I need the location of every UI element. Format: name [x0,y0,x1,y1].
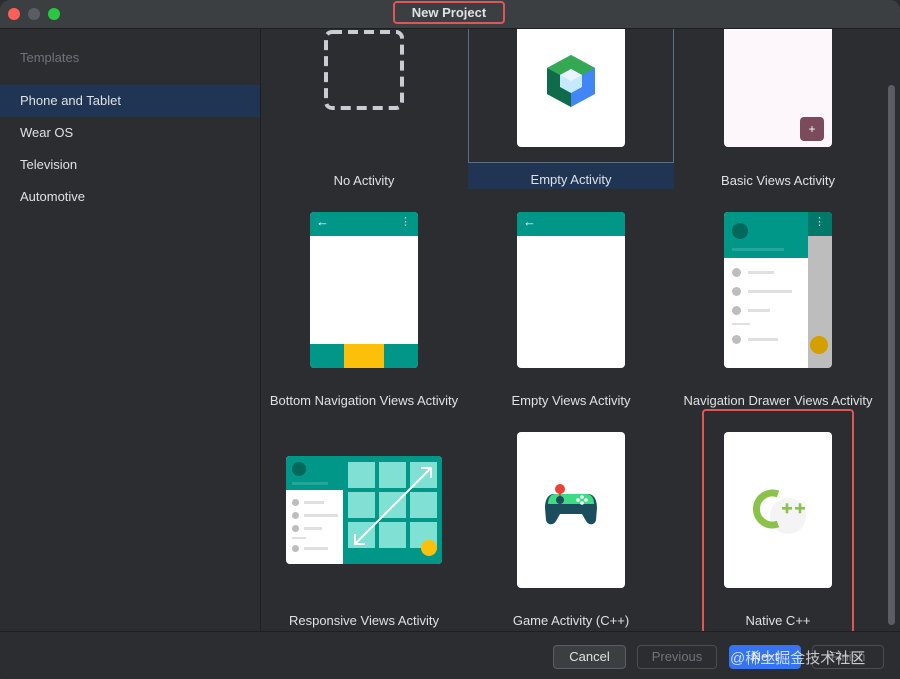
template-preview-card [517,29,625,147]
template-label: No Activity [333,173,395,188]
template-no-activity[interactable]: No Activity [261,29,467,189]
app-bar: ← ⋮ [310,212,418,236]
nav-drawer-icon [724,212,808,368]
sidebar-header: Templates [20,50,80,65]
previous-button[interactable]: Previous [637,645,717,669]
template-label: Native C++ [745,613,811,628]
template-empty-views-activity[interactable]: ← Empty Views Activity [468,209,674,429]
template-category-sidebar: Templates Phone and Tablet Wear OS Telev… [0,29,261,631]
bottom-nav-icon [310,344,418,368]
back-arrow-icon: ← [316,214,329,229]
template-label: Game Activity (C++) [512,613,630,628]
responsive-grid-panel [343,456,442,564]
window-title: New Project [393,1,505,24]
minimize-window-button[interactable] [28,8,40,20]
template-label: Empty Activity [530,172,612,187]
gamepad-icon [545,484,597,525]
template-navigation-drawer-views-activity[interactable]: ⋮ Navigation Drawer Views Activity [675,209,881,429]
template-label: Empty Views Activity [511,393,631,408]
overflow-menu-icon: ⋮ [814,216,825,228]
app-bar-tail: ⋮ [808,212,832,236]
template-basic-views-activity[interactable]: + Basic Views Activity [675,29,881,189]
template-game-activity-cpp[interactable]: Game Activity (C++) [468,429,674,631]
back-arrow-icon: ← [523,214,536,229]
responsive-grid-icon [286,456,343,564]
sidebar-item-phone-and-tablet[interactable]: Phone and Tablet [0,85,260,117]
template-responsive-views-activity[interactable]: Responsive Views Activity [261,429,467,631]
template-empty-activity[interactable]: Empty Activity [468,29,674,189]
dashed-placeholder-icon [324,30,404,110]
fab-plus-icon: + [800,117,824,141]
template-preview-card: ← ⋮ [310,212,418,368]
title-bar: New Project [0,0,900,29]
template-label: Bottom Navigation Views Activity [269,393,459,408]
template-label: Basic Views Activity [721,173,835,188]
template-preview-card [724,432,832,588]
template-bottom-navigation-views-activity[interactable]: ← ⋮ Bottom Navigation Views Activity [261,209,467,429]
template-preview-card [517,432,625,588]
fab-icon [810,336,828,354]
empty-views-icon: ← [517,212,625,236]
cancel-button[interactable]: Cancel [553,645,626,669]
watermark-text: @稀土掘金技术社区 [730,650,866,667]
template-preview-card: + [724,29,832,147]
zoom-window-button[interactable] [48,8,60,20]
gallery-scrollbar[interactable] [888,85,895,625]
template-preview-card: ⋮ [724,212,832,368]
new-project-dialog: New Project Templates Phone and Tablet W… [0,0,900,679]
close-window-button[interactable] [8,8,20,20]
sidebar-item-wear-os[interactable]: Wear OS [0,117,260,149]
template-native-cpp[interactable]: Native C++ [675,429,881,631]
grid-arrow-icon [348,462,437,556]
template-gallery: No Activity Empty Activity + Basic Views… [261,29,886,631]
bottom-nav-selected [344,344,384,368]
template-preview-card [286,456,442,564]
sidebar-item-television[interactable]: Television [0,149,260,181]
template-label: Responsive Views Activity [288,613,440,628]
compose-hexagon-icon [547,55,595,107]
template-label: Navigation Drawer Views Activity [683,393,873,408]
sidebar-item-automotive[interactable]: Automotive [0,181,260,213]
cpp-logo-icon [753,489,806,534]
template-preview-card: ← [517,212,625,368]
overflow-menu-icon: ⋮ [400,216,411,228]
